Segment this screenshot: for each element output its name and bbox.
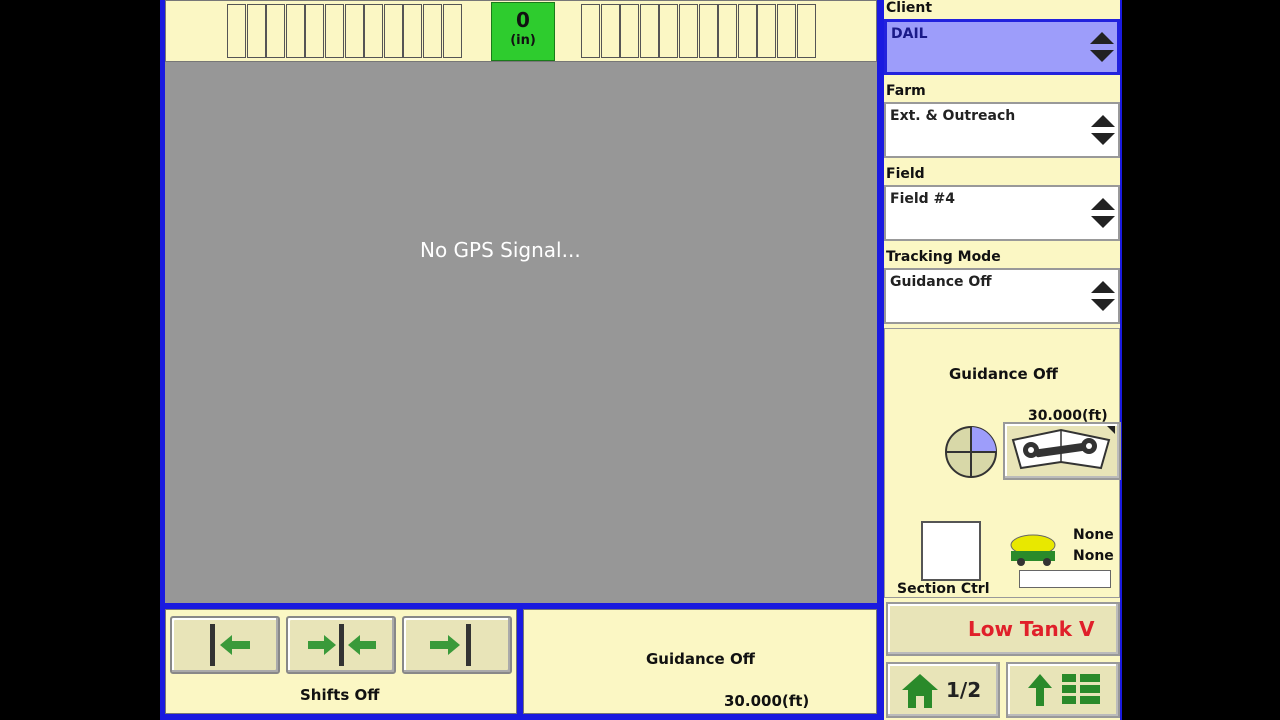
field-dropdown[interactable]: Field #4 [884,185,1120,241]
client-value: DAIL [891,26,928,42]
tracking-mode-dropdown[interactable]: Guidance Off [884,268,1120,324]
sidebar: Client DAIL Farm Ext. & Outreach Field F… [884,0,1121,720]
lightbar-segment [364,4,384,58]
lightbar-segment [581,4,600,58]
lightbar-segment [796,4,816,58]
shift-right-icon [430,624,471,666]
shift-left-icon [210,624,250,666]
farm-dropdown[interactable]: Ext. & Outreach [884,102,1120,158]
lightbar-segment [325,4,344,58]
lightbar-segment [344,4,364,58]
offset-unit: (in) [510,33,536,48]
rate-bottom-value: None [1073,548,1114,564]
tracking-mode-label: Tracking Mode [886,249,1001,265]
farm-value: Ext. & Outreach [890,108,1016,124]
client-dropdown[interactable]: DAIL [884,19,1120,75]
guidance-status-panel[interactable]: Guidance Off 30.000(ft) [523,609,877,714]
alarm-text: Low Tank V [968,617,1095,641]
client-label: Client [886,0,933,16]
updown-arrows-icon [1091,198,1115,228]
menu-button[interactable] [1006,662,1120,718]
shift-left-button[interactable] [170,616,280,674]
guidance-settings-button[interactable] [1003,422,1121,480]
tank-level-bar [1019,570,1111,588]
guidance-module: Guidance Off 30.000(ft) Section Ctrl Non… [884,328,1121,598]
rate-top-value: None [1073,527,1114,543]
field-value: Field #4 [890,191,956,207]
shift-panel: Shifts Off [165,609,517,714]
shift-center-icon [308,624,376,666]
tracking-mode-value: Guidance Off [890,274,992,290]
gps-status-message: No GPS Signal... [420,238,581,262]
lightbar-segment [777,4,796,58]
lightbar: 0 (in) [165,0,877,62]
field-label: Field [886,166,925,182]
section-ctrl-label: Section Ctrl [897,581,990,597]
guidance-swath-width: 30.000(ft) [724,692,810,710]
lightbar-center-indicator: 0 (in) [491,2,555,61]
lightbar-segment [227,4,246,58]
lightbar-segment [403,4,423,58]
offset-value: 0 [516,8,530,32]
lightbar-segment [600,4,620,58]
lightbar-segment [305,4,325,58]
updown-arrows-icon [1091,115,1115,145]
home-icon [902,674,938,708]
updown-arrows-icon [1091,281,1115,311]
guidance-status-text: Guidance Off [949,365,1058,383]
lightbar-segment [266,4,286,58]
lightbar-segment [679,4,698,58]
lightbar-segment [442,4,462,58]
home-button[interactable]: 1/2 [886,662,1000,718]
updown-arrows-icon [1090,32,1114,62]
lightbar-segment [659,4,679,58]
lightbar-segment [698,4,718,58]
alarm-button[interactable]: Low Tank V [886,602,1120,656]
shift-center-button[interactable] [286,616,396,674]
lightbar-segment [757,4,777,58]
farm-label: Farm [886,83,926,99]
wrench-book-icon [1011,426,1115,470]
up-arrow-menu-icon [1028,674,1100,706]
lightbar-segment [246,4,266,58]
shift-right-button[interactable] [402,616,512,674]
map-view[interactable]: No GPS Signal... [165,62,877,603]
section-control-button[interactable] [921,521,981,581]
lightbar-segment [285,4,305,58]
sprayer-icon [1010,534,1056,566]
lightbar-segment [383,4,403,58]
lightbar-segment [737,4,757,58]
lightbar-segment [718,4,738,58]
guidance-status-text: Guidance Off [646,650,755,668]
lightbar-segment [423,4,442,58]
page-indicator: 1/2 [946,678,982,702]
lightbar-segment [639,4,659,58]
gps-receiver-icon [945,426,997,478]
shifts-status-label: Shifts Off [300,686,380,704]
lightbar-segment [620,4,640,58]
